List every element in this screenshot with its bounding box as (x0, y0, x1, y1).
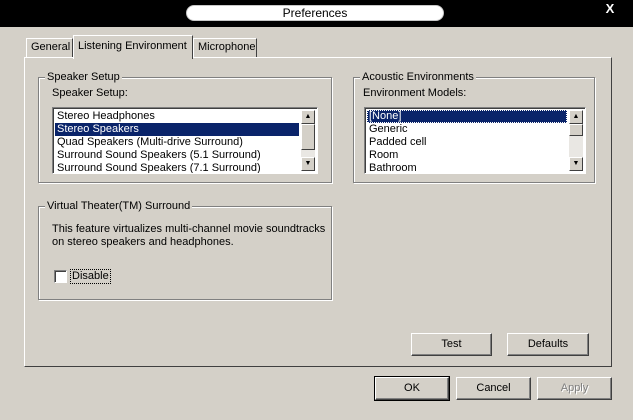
cancel-button[interactable]: Cancel (456, 377, 531, 400)
environment-models-listbox[interactable]: [None] Generic Padded cell Room Bathroom… (364, 107, 586, 174)
environment-models-label: Environment Models: (363, 87, 467, 99)
scroll-thumb[interactable] (569, 124, 583, 136)
speaker-setup-group-title: Speaker Setup (45, 70, 122, 84)
scroll-thumb[interactable] (301, 124, 315, 150)
list-item[interactable]: Stereo Speakers (55, 123, 299, 136)
list-item[interactable]: Quad Speakers (Multi-drive Surround) (55, 136, 299, 149)
title-bar[interactable]: Preferences X (0, 0, 633, 27)
virtual-theater-description-line-2: on stereo speakers and headphones. (52, 236, 234, 248)
virtual-theater-group-title: Virtual Theater(TM) Surround (45, 199, 193, 213)
list-item[interactable]: Surround Sound Speakers (5.1 Surround) (55, 149, 299, 162)
virtual-theater-group: Virtual Theater(TM) Surround This featur… (38, 199, 332, 300)
scroll-up-icon[interactable]: ▲ (301, 110, 315, 124)
apply-button: Apply (537, 377, 612, 400)
defaults-button[interactable]: Defaults (507, 333, 589, 356)
acoustic-environments-group-title: Acoustic Environments (360, 70, 476, 84)
speaker-setup-listbox[interactable]: Stereo Headphones Stereo Speakers Quad S… (52, 107, 318, 174)
scroll-down-icon[interactable]: ▼ (569, 157, 583, 171)
preferences-window: Preferences X General Listening Environm… (0, 0, 633, 420)
list-item[interactable]: [None] (367, 110, 567, 123)
environment-models-items: [None] Generic Padded cell Room Bathroom (367, 110, 567, 173)
speaker-setup-group: Speaker Setup Speaker Setup: Stereo Head… (38, 70, 332, 183)
list-item[interactable]: Room (367, 149, 567, 162)
list-item[interactable]: Bathroom (367, 162, 567, 173)
scroll-up-icon[interactable]: ▲ (569, 110, 583, 124)
tab-listening-environment-label: Listening Environment (78, 40, 187, 52)
test-button[interactable]: Test (411, 333, 492, 356)
scroll-down-icon[interactable]: ▼ (301, 157, 315, 171)
speaker-setup-list-label: Speaker Setup: (52, 87, 128, 99)
list-item[interactable]: Padded cell (367, 136, 567, 149)
speaker-setup-scrollbar[interactable]: ▲ ▼ (301, 110, 315, 171)
list-item[interactable]: Generic (367, 123, 567, 136)
tab-microphone-label: Microphone (198, 41, 256, 53)
virtual-theater-description-line-1: This feature virtualizes multi-channel m… (52, 223, 326, 235)
acoustic-environments-group: Acoustic Environments Environment Models… (353, 70, 595, 183)
disable-checkbox-label[interactable]: Disable (70, 269, 111, 284)
speaker-setup-items: Stereo Headphones Stereo Speakers Quad S… (55, 110, 299, 173)
environment-models-scrollbar[interactable]: ▲ ▼ (569, 110, 583, 171)
close-icon[interactable]: X (602, 1, 618, 17)
ok-button[interactable]: OK (374, 376, 450, 401)
tab-listening-environment[interactable]: Listening Environment (73, 35, 193, 59)
disable-checkbox[interactable] (54, 270, 67, 283)
list-item[interactable]: Surround Sound Speakers (7.1 Surround) (55, 162, 299, 173)
tab-general[interactable]: General (26, 38, 73, 58)
tab-general-label: General (31, 41, 71, 53)
list-item[interactable]: Stereo Headphones (55, 110, 299, 123)
window-title: Preferences (186, 5, 444, 21)
tab-microphone[interactable]: Microphone (193, 38, 257, 58)
tab-panel: Speaker Setup Speaker Setup: Stereo Head… (24, 57, 612, 367)
